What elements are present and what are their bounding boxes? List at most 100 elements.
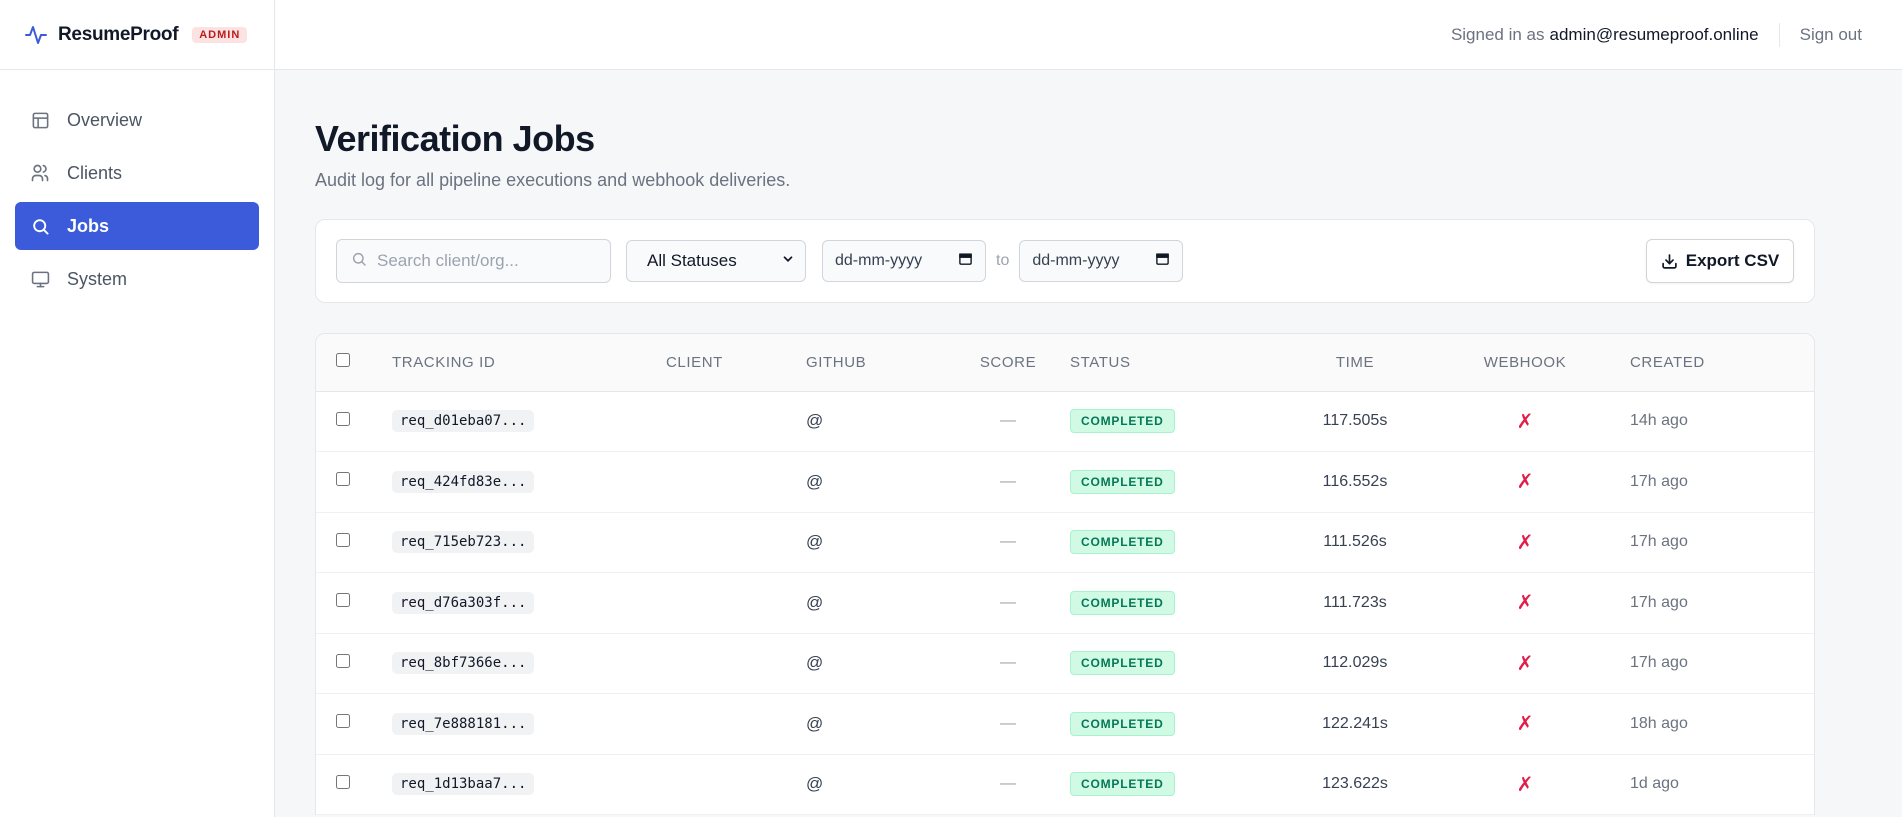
header-time[interactable]: TIME [1290,334,1420,392]
score-cell: — [946,572,1070,634]
sidebar-item-label: System [67,268,128,289]
created-cell: 17h ago [1630,572,1814,634]
score-cell: — [946,391,1070,452]
score-cell: — [946,754,1070,815]
select-all-checkbox[interactable] [336,353,350,368]
tracking-id-cell: req_1d13baa7... [392,754,666,815]
brand: ResumeProof ADMIN [0,0,274,70]
tracking-id[interactable]: req_d01eba07... [392,410,535,433]
tracking-id[interactable]: req_7e888181... [392,712,535,735]
page-title: Verification Jobs [315,118,595,159]
sidebar-item-overview[interactable]: Overview [15,96,259,144]
sign-out-link[interactable]: Sign out [1800,25,1862,45]
status-badge: COMPLETED [1070,590,1175,615]
status-badge: COMPLETED [1070,711,1175,736]
row-checkbox[interactable] [336,411,350,426]
row-checkbox[interactable] [336,532,350,547]
sidebar-item-label: Clients [67,162,123,183]
header-tracking-id[interactable]: TRACKING ID [392,334,666,392]
client-cell [666,512,806,573]
table-row[interactable]: req_7e888181... @ — COMPLETED 122.241s ✗… [316,693,1814,755]
tracking-id-cell: req_8bf7366e... [392,633,666,694]
row-checkbox[interactable] [336,714,350,729]
sidebar-item-label: Jobs [67,215,110,236]
row-checkbox[interactable] [336,593,350,608]
date-from-placeholder: dd-mm-yyyy [835,252,923,269]
jobs-table: TRACKING ID CLIENT GITHUB SCORE STATUS T… [316,334,1814,815]
sidebar-item-clients[interactable]: Clients [15,149,259,197]
calendar-icon[interactable] [958,251,973,271]
tracking-id[interactable]: req_8bf7366e... [392,652,535,675]
github-cell: @ [806,451,946,513]
export-csv-button[interactable]: Export CSV [1646,239,1794,283]
created-cell: 17h ago [1630,633,1814,694]
row-select-cell [316,512,392,573]
main: Signed in as admin@resumeproof.online Si… [275,0,1902,817]
time-cell: 116.552s [1290,451,1420,513]
topbar: Signed in as admin@resumeproof.online Si… [275,0,1902,70]
client-cell [666,693,806,755]
filter-bar: All Statuses dd-mm-yyyy to dd-mm-yyyy [315,219,1815,303]
table-row[interactable]: req_715eb723... @ — COMPLETED 111.526s ✗… [316,512,1814,573]
tracking-id[interactable]: req_424fd83e... [392,470,535,493]
header-client[interactable]: CLIENT [666,334,806,392]
score-cell: — [946,451,1070,513]
row-select-cell [316,754,392,815]
status-cell: COMPLETED [1070,572,1290,634]
search-input[interactable] [377,251,597,271]
row-checkbox[interactable] [336,774,350,789]
tracking-id-cell: req_7e888181... [392,693,666,755]
tracking-id[interactable]: req_715eb723... [392,531,535,554]
table-row[interactable]: req_1d13baa7... @ — COMPLETED 123.622s ✗… [316,754,1814,815]
download-icon [1661,253,1678,270]
time-cell: 111.723s [1290,572,1420,634]
row-checkbox[interactable] [336,653,350,668]
search-icon [351,251,367,272]
header-status[interactable]: STATUS [1070,334,1290,392]
time-cell: 117.505s [1290,391,1420,452]
tracking-id[interactable]: req_1d13baa7... [392,773,535,796]
github-cell: @ [806,391,946,452]
user-email: admin@resumeproof.online [1549,24,1759,44]
search-box [336,239,611,283]
webhook-failed-icon: ✗ [1420,754,1630,815]
content: Verification Jobs Audit log for all pipe… [275,70,1902,815]
status-select[interactable]: All Statuses [626,240,806,282]
table-row[interactable]: req_424fd83e... @ — COMPLETED 116.552s ✗… [316,451,1814,513]
table-row[interactable]: req_8bf7366e... @ — COMPLETED 112.029s ✗… [316,633,1814,694]
score-cell: — [946,693,1070,755]
webhook-failed-icon: ✗ [1420,512,1630,573]
header-score[interactable]: SCORE [946,334,1070,392]
sidebar-item-jobs[interactable]: Jobs [15,202,259,250]
calendar-icon[interactable] [1155,251,1170,271]
table-header-row: TRACKING ID CLIENT GITHUB SCORE STATUS T… [316,334,1814,392]
tracking-id[interactable]: req_d76a303f... [392,591,535,614]
status-badge: COMPLETED [1070,772,1175,797]
header-webhook[interactable]: WEBHOOK [1420,334,1630,392]
created-cell: 1d ago [1630,754,1814,815]
score-cell: — [946,633,1070,694]
row-checkbox[interactable] [336,472,350,487]
webhook-failed-icon: ✗ [1420,633,1630,694]
row-select-cell [316,451,392,513]
app: ResumeProof ADMIN Overview Clients Jobs … [0,0,1902,817]
search-icon [29,215,51,237]
date-to-input[interactable]: dd-mm-yyyy [1019,240,1184,282]
header-github[interactable]: GITHUB [806,334,946,392]
activity-logo-icon [24,22,50,48]
header-created[interactable]: CREATED [1630,334,1814,392]
created-cell: 18h ago [1630,693,1814,755]
tracking-id-cell: req_d76a303f... [392,572,666,634]
time-cell: 122.241s [1290,693,1420,755]
table-row[interactable]: req_d01eba07... @ — COMPLETED 117.505s ✗… [316,391,1814,452]
created-cell: 17h ago [1630,451,1814,513]
github-cell: @ [806,512,946,573]
time-cell: 123.622s [1290,754,1420,815]
page-subtitle: Audit log for all pipeline executions an… [315,170,791,190]
date-from-input[interactable]: dd-mm-yyyy [822,240,986,282]
client-cell [666,391,806,452]
date-range-to-label: to [996,252,1010,269]
divider [1778,22,1780,47]
sidebar-item-system[interactable]: System [15,255,259,303]
table-row[interactable]: req_d76a303f... @ — COMPLETED 111.723s ✗… [316,572,1814,634]
